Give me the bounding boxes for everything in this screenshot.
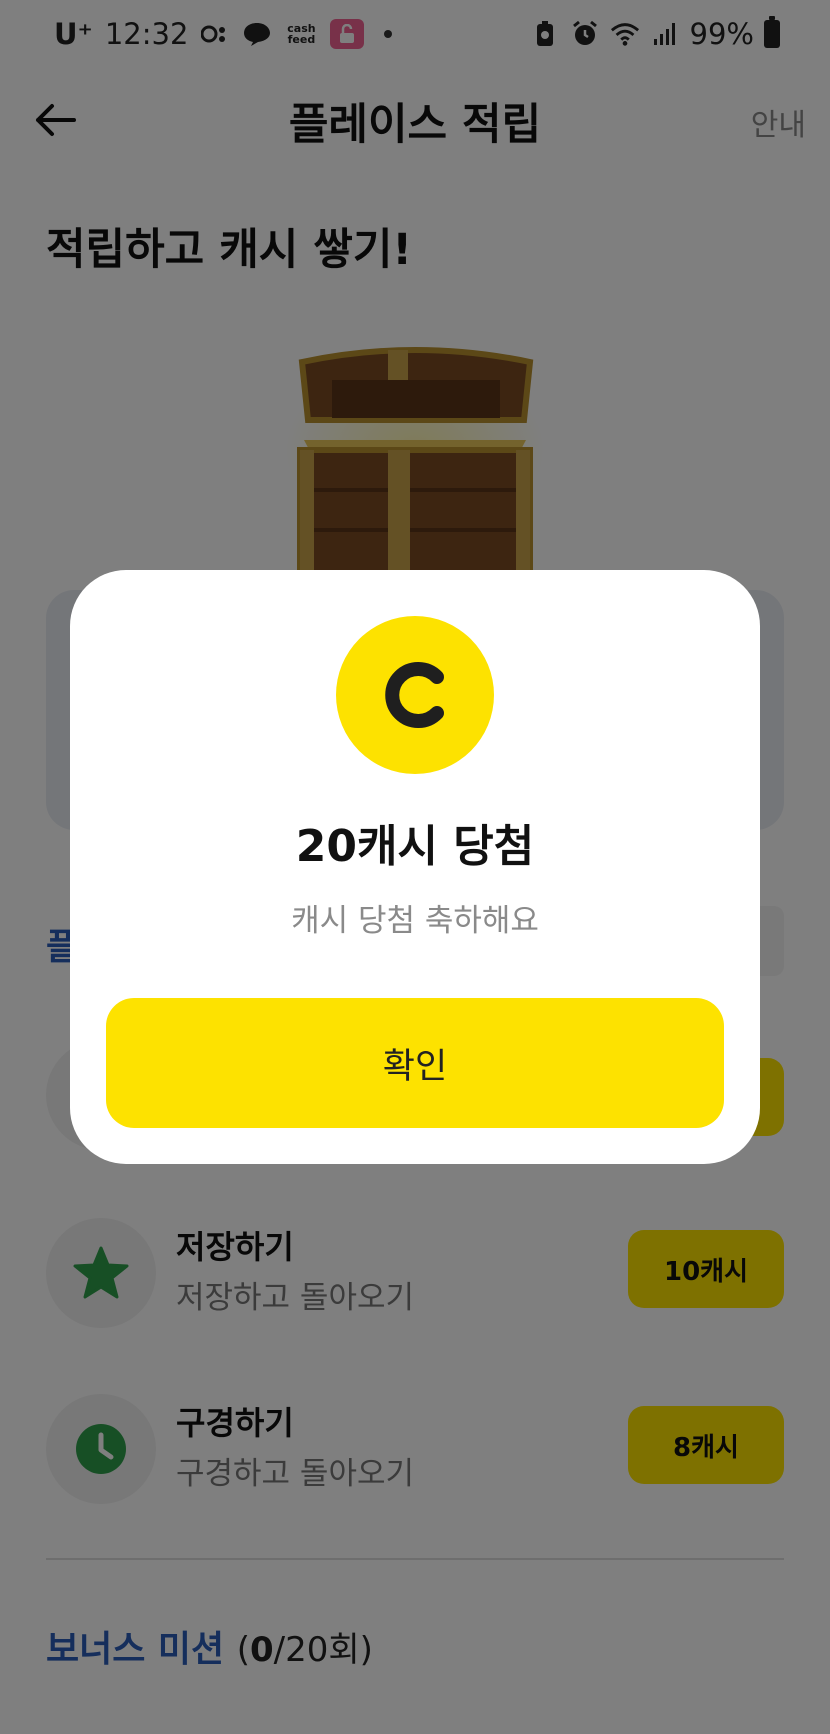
cash-coin-icon — [336, 616, 494, 774]
confirm-button[interactable]: 확인 — [106, 998, 724, 1128]
modal-title: 20캐시 당첨 — [295, 821, 535, 872]
modal-subtitle: 캐시 당첨 축하해요 — [291, 903, 539, 939]
